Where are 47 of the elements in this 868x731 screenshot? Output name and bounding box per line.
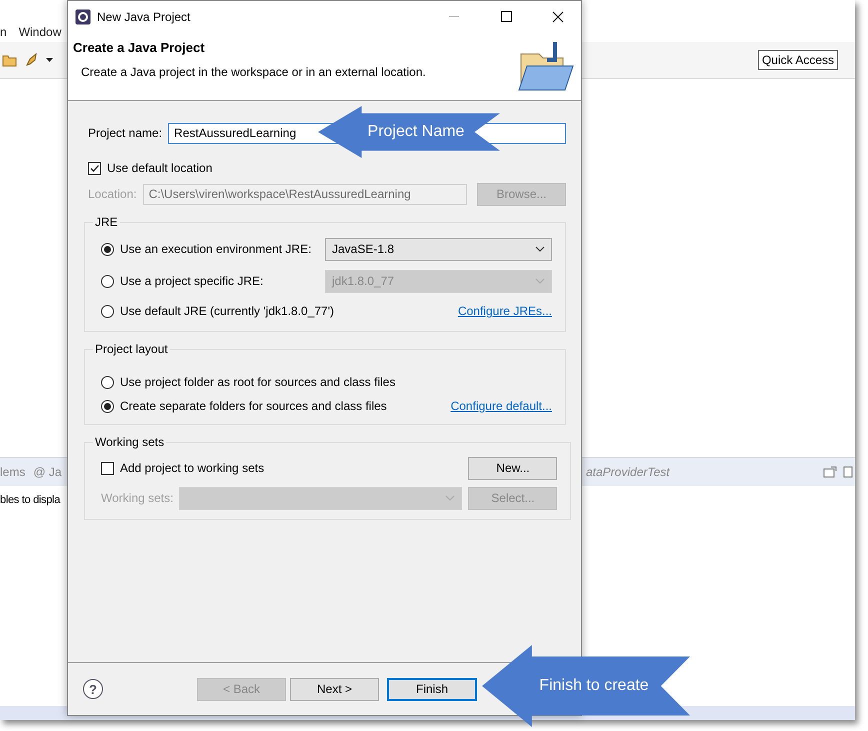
panel-tab[interactable]: @ Ja [33, 465, 62, 479]
checkbox-label: Add project to working sets [120, 461, 264, 475]
dropdown-caret-icon[interactable] [46, 58, 53, 62]
radio-label: Use default JRE (currently 'jdk1.8.0_77') [120, 304, 334, 318]
menu-item[interactable]: n [0, 25, 7, 39]
dropdown-caret-icon [445, 495, 456, 501]
configure-link[interactable]: Configure JREs... [458, 304, 552, 318]
radio-button[interactable] [101, 400, 114, 412]
jre-dropdown[interactable]: JavaSE-1.8 [325, 238, 552, 260]
quick-access-field[interactable]: Quick Access [758, 50, 838, 70]
group-label: JRE [94, 215, 119, 229]
help-button[interactable]: ? [83, 679, 103, 699]
page-description: Create a Java project in the workspace or in an external location. [80, 65, 426, 79]
dropdown-caret-icon [535, 246, 545, 252]
configure-link[interactable]: Configure default... [450, 399, 552, 413]
group-label: Working sets [94, 435, 166, 449]
field-label: Working sets: [101, 491, 174, 505]
eclipse-icon [75, 8, 91, 24]
radio-button[interactable] [101, 304, 114, 318]
radio-label: Use a project specific JRE: [120, 274, 264, 288]
checkbox-label: Use default location [107, 161, 212, 175]
radio-label: Create separate folders for sources and class files [120, 399, 387, 413]
panel-message: bles to displa [0, 494, 60, 506]
field-label: Project name: [88, 126, 162, 140]
group-label: Project layout [94, 342, 169, 356]
dialog-button[interactable]: Finish [387, 678, 477, 700]
maximize-view-icon[interactable] [843, 466, 853, 478]
minimize-view-icon[interactable] [823, 466, 837, 478]
menu-item[interactable]: Window [18, 25, 62, 39]
dropdown-caret-icon [535, 278, 545, 284]
radio-button[interactable] [101, 376, 114, 388]
radio-label: Use an execution environment JRE: [120, 242, 312, 256]
radio-button[interactable] [101, 242, 114, 256]
checkbox[interactable] [88, 162, 101, 174]
window-title: New Java Project [97, 10, 192, 24]
close-icon[interactable] [552, 10, 564, 22]
new-button[interactable]: New... [468, 456, 558, 480]
editor-tab[interactable]: ataProviderTest [582, 465, 823, 479]
maximize-icon[interactable] [500, 11, 512, 22]
field-label: Location: [88, 187, 137, 201]
radio-label: Use project folder as root for sources and class files [120, 375, 396, 389]
panel-tab[interactable]: lems [0, 465, 26, 479]
folder-icon[interactable] [2, 53, 18, 67]
radio-button[interactable] [101, 274, 114, 288]
dialog-button[interactable]: Next > [290, 678, 379, 700]
checkbox[interactable] [101, 462, 114, 474]
page-title: Create a Java Project [73, 40, 206, 55]
